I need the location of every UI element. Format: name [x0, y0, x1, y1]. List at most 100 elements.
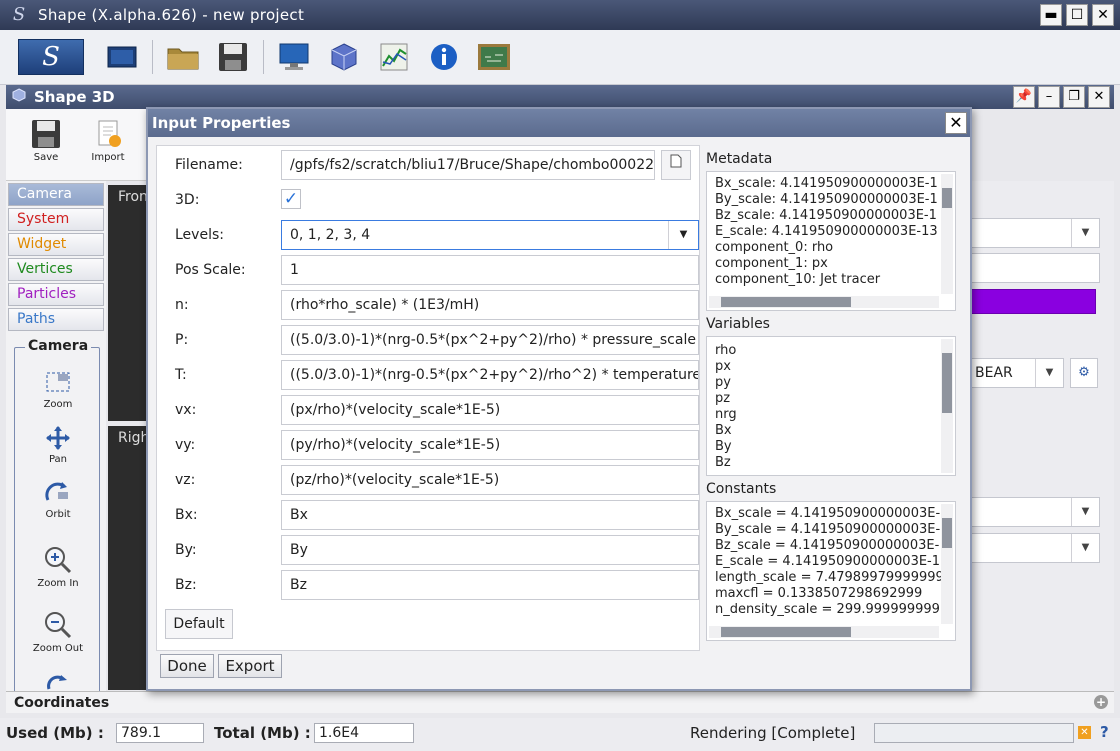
p-field[interactable]: ((5.0/3.0)-1)*(nrg-0.5*(px^2+py^2)/rho) … [281, 325, 699, 355]
bx-field[interactable]: Bx [281, 500, 699, 530]
coordinates-bar[interactable]: Coordinates + [6, 691, 1114, 713]
variable-item[interactable]: By [715, 439, 737, 455]
constant-item[interactable]: maxcfl = 0.1338507298692999 [715, 586, 944, 602]
sidebar-tab-widget[interactable]: Widget [8, 233, 104, 256]
right-viewport[interactable]: Righ [108, 426, 149, 690]
variables-vscroll[interactable] [941, 339, 953, 473]
t-field[interactable]: ((5.0/3.0)-1)*(nrg-0.5*(px^2+py^2)/rho^2… [281, 360, 699, 390]
right-combo-2[interactable]: BEAR ▼ [970, 358, 1064, 388]
front-viewport[interactable]: Fron [108, 185, 148, 421]
pan-tool-button[interactable]: Pan [19, 425, 97, 465]
variable-item[interactable]: px [715, 359, 737, 375]
import-button[interactable]: Import [82, 119, 134, 163]
posscale-field[interactable]: 1 [281, 255, 699, 285]
levels-label: Levels: [175, 227, 224, 243]
variable-item[interactable]: pz [715, 391, 737, 407]
metadata-item[interactable]: By_scale: 4.141950900000003E-1 [715, 192, 938, 208]
metadata-item[interactable]: Bz_scale: 4.141950900000003E-1 [715, 208, 938, 224]
vx-field[interactable]: (px/rho)*(velocity_scale*1E-5) [281, 395, 699, 425]
constant-item[interactable]: n_density_scale = 299.999999999 [715, 602, 944, 618]
variable-item[interactable]: rho [715, 343, 737, 359]
variable-item[interactable]: Bx [715, 423, 737, 439]
posscale-row: Pos Scale: 1 [165, 255, 699, 285]
cube-icon[interactable] [324, 37, 364, 77]
window-maximize-button[interactable]: ☐ [1066, 4, 1088, 26]
right-combo-3[interactable]: ▼ [970, 497, 1100, 527]
info-icon[interactable] [424, 37, 464, 77]
metadata-item[interactable]: Bx_scale: 4.141950900000003E-1 [715, 176, 938, 192]
metadata-vscroll[interactable] [941, 174, 953, 294]
metadata-item[interactable]: component_10: Jet tracer [715, 272, 938, 288]
browse-file-button[interactable] [661, 150, 691, 180]
orbit-tool-button[interactable]: Orbit [19, 480, 97, 520]
bz-field[interactable]: Bz [281, 570, 699, 600]
warning-icon[interactable]: ✕ [1078, 726, 1091, 739]
vz-field[interactable]: (pz/rho)*(velocity_scale*1E-5) [281, 465, 699, 495]
constants-vscroll[interactable] [941, 504, 953, 624]
window-close-button[interactable]: ✕ [1092, 4, 1114, 26]
metadata-list[interactable]: Bx_scale: 4.141950900000003E-1 By_scale: … [706, 171, 956, 311]
panel-close-button[interactable]: ✕ [1088, 86, 1110, 108]
sidebar-tab-camera[interactable]: Camera [8, 183, 104, 206]
done-button[interactable]: Done [160, 654, 214, 678]
constants-list[interactable]: Bx_scale = 4.141950900000003E- By_scale =… [706, 501, 956, 641]
right-combo-1[interactable]: ▼ [970, 218, 1100, 248]
graph-icon[interactable] [374, 37, 414, 77]
used-memory-value: 789.1 [116, 723, 204, 743]
panel-restore-button[interactable]: ❐ [1063, 86, 1085, 108]
zoom-label: Zoom [43, 399, 73, 410]
constant-item[interactable]: By_scale = 4.141950900000003E- [715, 522, 944, 538]
export-button[interactable]: Export [218, 654, 282, 678]
chevron-down-icon: ▼ [1071, 498, 1099, 526]
metadata-item[interactable]: component_0: rho [715, 240, 938, 256]
constant-item[interactable]: Bz_scale = 4.141950900000003E- [715, 538, 944, 554]
filename-label: Filename: [175, 157, 243, 173]
by-field[interactable]: By [281, 535, 699, 565]
default-button[interactable]: Default [165, 609, 233, 639]
constants-hscroll[interactable] [709, 626, 939, 638]
sidebar-tab-particles[interactable]: Particles [8, 283, 104, 306]
vy-field[interactable]: (py/rho)*(velocity_scale*1E-5) [281, 430, 699, 460]
screen-icon[interactable] [102, 37, 142, 77]
variables-list[interactable]: rho px py pz nrg Bx By Bz [706, 336, 956, 476]
save-button[interactable]: Save [20, 119, 72, 163]
shape3d-panel-header: Shape 3D 📌 – ❐ ✕ [6, 85, 1114, 109]
right-text-field[interactable] [970, 253, 1100, 283]
pin-icon[interactable]: 📌 [1013, 86, 1035, 108]
sidebar-tab-vertices[interactable]: Vertices [8, 258, 104, 281]
variable-item[interactable]: py [715, 375, 737, 391]
monitor-icon[interactable] [274, 37, 314, 77]
metadata-item[interactable]: component_1: px [715, 256, 938, 272]
variable-item[interactable]: Bz [715, 455, 737, 471]
shape-logo-icon[interactable]: S [18, 39, 84, 75]
color-swatch[interactable] [970, 289, 1096, 314]
window-minimize-button[interactable]: ▬ [1040, 4, 1062, 26]
gear-icon[interactable]: ⚙ [1070, 358, 1098, 388]
sidebar-tab-paths[interactable]: Paths [8, 308, 104, 331]
dialog-close-button[interactable]: ✕ [945, 112, 967, 134]
constants-label: Constants [706, 481, 777, 497]
expand-icon[interactable]: + [1094, 695, 1108, 709]
levels-select[interactable]: 0, 1, 2, 3, 4 ▼ [281, 220, 699, 250]
pan-label: Pan [48, 454, 68, 465]
right-combo-4[interactable]: ▼ [970, 533, 1100, 563]
metadata-item[interactable]: E_scale: 4.141950900000003E-13 [715, 224, 938, 240]
constant-item[interactable]: length_scale = 7.47989979999999 [715, 570, 944, 586]
zoom-in-tool-button[interactable]: Zoom In [19, 545, 97, 589]
threed-checkbox[interactable]: ✓ [281, 189, 301, 209]
n-field[interactable]: (rho*rho_scale) * (1E3/mH) [281, 290, 699, 320]
zoom-out-tool-button[interactable]: Zoom Out [19, 610, 97, 654]
chalkboard-icon[interactable] [474, 37, 514, 77]
constant-item[interactable]: E_scale = 4.141950900000003E-1 [715, 554, 944, 570]
save-icon[interactable] [213, 37, 253, 77]
variable-item[interactable]: nrg [715, 407, 737, 423]
right-combo-text: BEAR [975, 365, 1013, 381]
constant-item[interactable]: Bx_scale = 4.141950900000003E- [715, 506, 944, 522]
folder-icon[interactable] [163, 37, 203, 77]
sidebar-tab-system[interactable]: System [8, 208, 104, 231]
help-icon[interactable]: ? [1100, 723, 1109, 741]
panel-minimize-button[interactable]: – [1038, 86, 1060, 108]
metadata-hscroll[interactable] [709, 296, 939, 308]
zoom-tool-button[interactable]: Zoom [19, 370, 97, 410]
filename-field[interactable]: /gpfs/fs2/scratch/bliu17/Bruce/Shape/cho… [281, 150, 655, 180]
